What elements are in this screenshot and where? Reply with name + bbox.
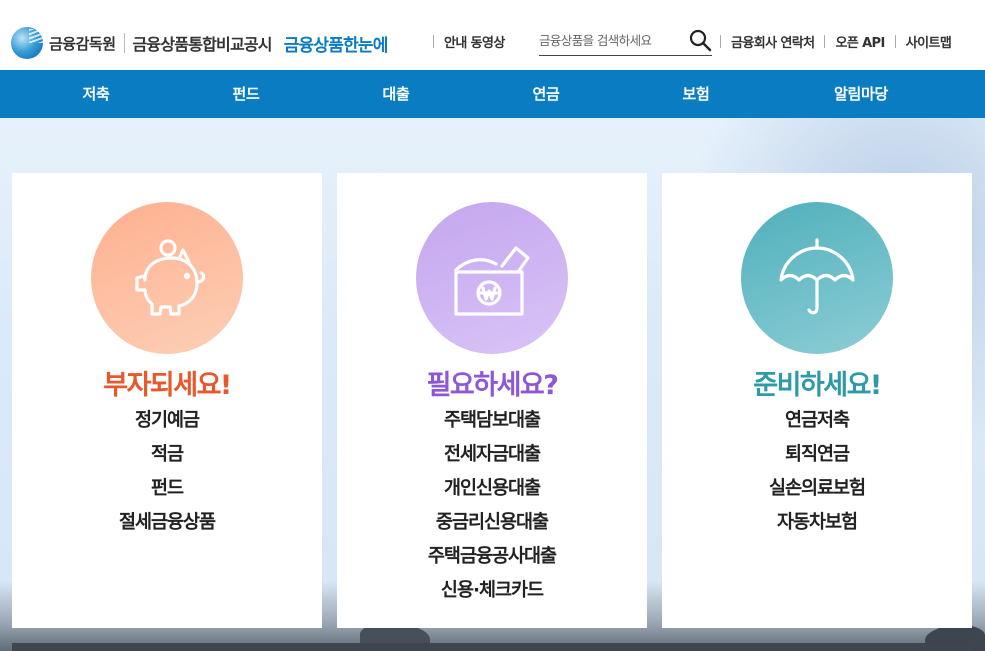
product-link[interactable]: 적금: [12, 438, 322, 472]
product-list: 주택담보대출 전세자금대출 개인신용대출 중금리신용대출 주택금융공사대출 신용…: [337, 404, 647, 608]
guide-video-label: 안내 동영상: [444, 35, 505, 51]
product-list: 정기예금 적금 펀드 절세금융상품: [12, 404, 322, 540]
card-pension: 준비하세요! 연금저축 퇴직연금 실손의료보험 자동차보험: [662, 173, 972, 628]
wallet-won-icon: [454, 246, 530, 316]
logo-brand-name: 금융상품한눈에: [283, 35, 389, 56]
card-icon-circle: [91, 202, 243, 354]
product-link[interactable]: 연금저축: [662, 404, 972, 438]
guide-video-link[interactable]: 안내 동영상: [433, 29, 505, 53]
open-api-link[interactable]: 오픈 API: [824, 32, 885, 51]
card-icon-circle: [416, 202, 568, 354]
product-link[interactable]: 주택금융공사대출: [337, 540, 647, 574]
card-title: 필요하세요?: [426, 370, 559, 401]
sitemap-link[interactable]: 사이트맵: [895, 32, 952, 51]
product-link[interactable]: 자동차보험: [662, 506, 972, 540]
nav-item-notices[interactable]: 알림마당: [834, 70, 888, 118]
product-link[interactable]: 중금리신용대출: [337, 506, 647, 540]
nav-item-savings[interactable]: 저축: [82, 70, 109, 118]
fss-emblem-icon: [11, 27, 43, 59]
product-link[interactable]: 전세자금대출: [337, 438, 647, 472]
product-list: 연금저축 퇴직연금 실손의료보험 자동차보험: [662, 404, 972, 540]
product-link[interactable]: 주택담보대출: [337, 404, 647, 438]
nav-item-funds[interactable]: 펀드: [232, 70, 259, 118]
product-link[interactable]: 실손의료보험: [662, 472, 972, 506]
site-header: 금융감독원 금융상품통합비교공시 금융상품한눈에 안내 동영상 금융회사 연락처…: [0, 0, 985, 70]
product-link[interactable]: 개인신용대출: [337, 472, 647, 506]
company-contacts-link[interactable]: 금융회사 연락처: [720, 32, 815, 51]
card-savings: 부자되세요! 정기예금 적금 펀드 절세금융상품: [12, 173, 322, 628]
product-link[interactable]: 정기예금: [12, 404, 322, 438]
product-link[interactable]: 펀드: [12, 472, 322, 506]
site-logo[interactable]: 금융감독원 금융상품통합비교공시 금융상품한눈에: [11, 27, 388, 59]
nav-item-insurance[interactable]: 보험: [682, 70, 709, 118]
umbrella-icon: [779, 238, 855, 315]
card-icon-circle: [741, 202, 893, 354]
product-link[interactable]: 신용·체크카드: [337, 574, 647, 608]
piggy-bank-icon: [135, 239, 206, 316]
utility-links: 금융회사 연락처 오픈 API 사이트맵: [720, 29, 952, 53]
search-input[interactable]: [539, 26, 679, 54]
main-nav: 저축 펀드 대출 연금 보험 알림마당: [0, 70, 985, 118]
card-title: 준비하세요!: [753, 370, 882, 401]
product-link[interactable]: 퇴직연금: [662, 438, 972, 472]
logo-site-name: 금융상품통합비교공시: [132, 35, 273, 54]
bottom-panel-edge: [12, 643, 972, 651]
search-icon[interactable]: [688, 28, 712, 52]
card-title: 부자되세요!: [103, 370, 232, 401]
logo-divider: [123, 33, 125, 53]
nav-item-pension[interactable]: 연금: [532, 70, 559, 118]
logo-org-name: 금융감독원: [49, 34, 116, 53]
search-box: [539, 26, 712, 56]
nav-item-loans[interactable]: 대출: [382, 70, 409, 118]
card-loans: 필요하세요? 주택담보대출 전세자금대출 개인신용대출 중금리신용대출 주택금융…: [337, 173, 647, 628]
product-link[interactable]: 절세금융상품: [12, 506, 322, 540]
